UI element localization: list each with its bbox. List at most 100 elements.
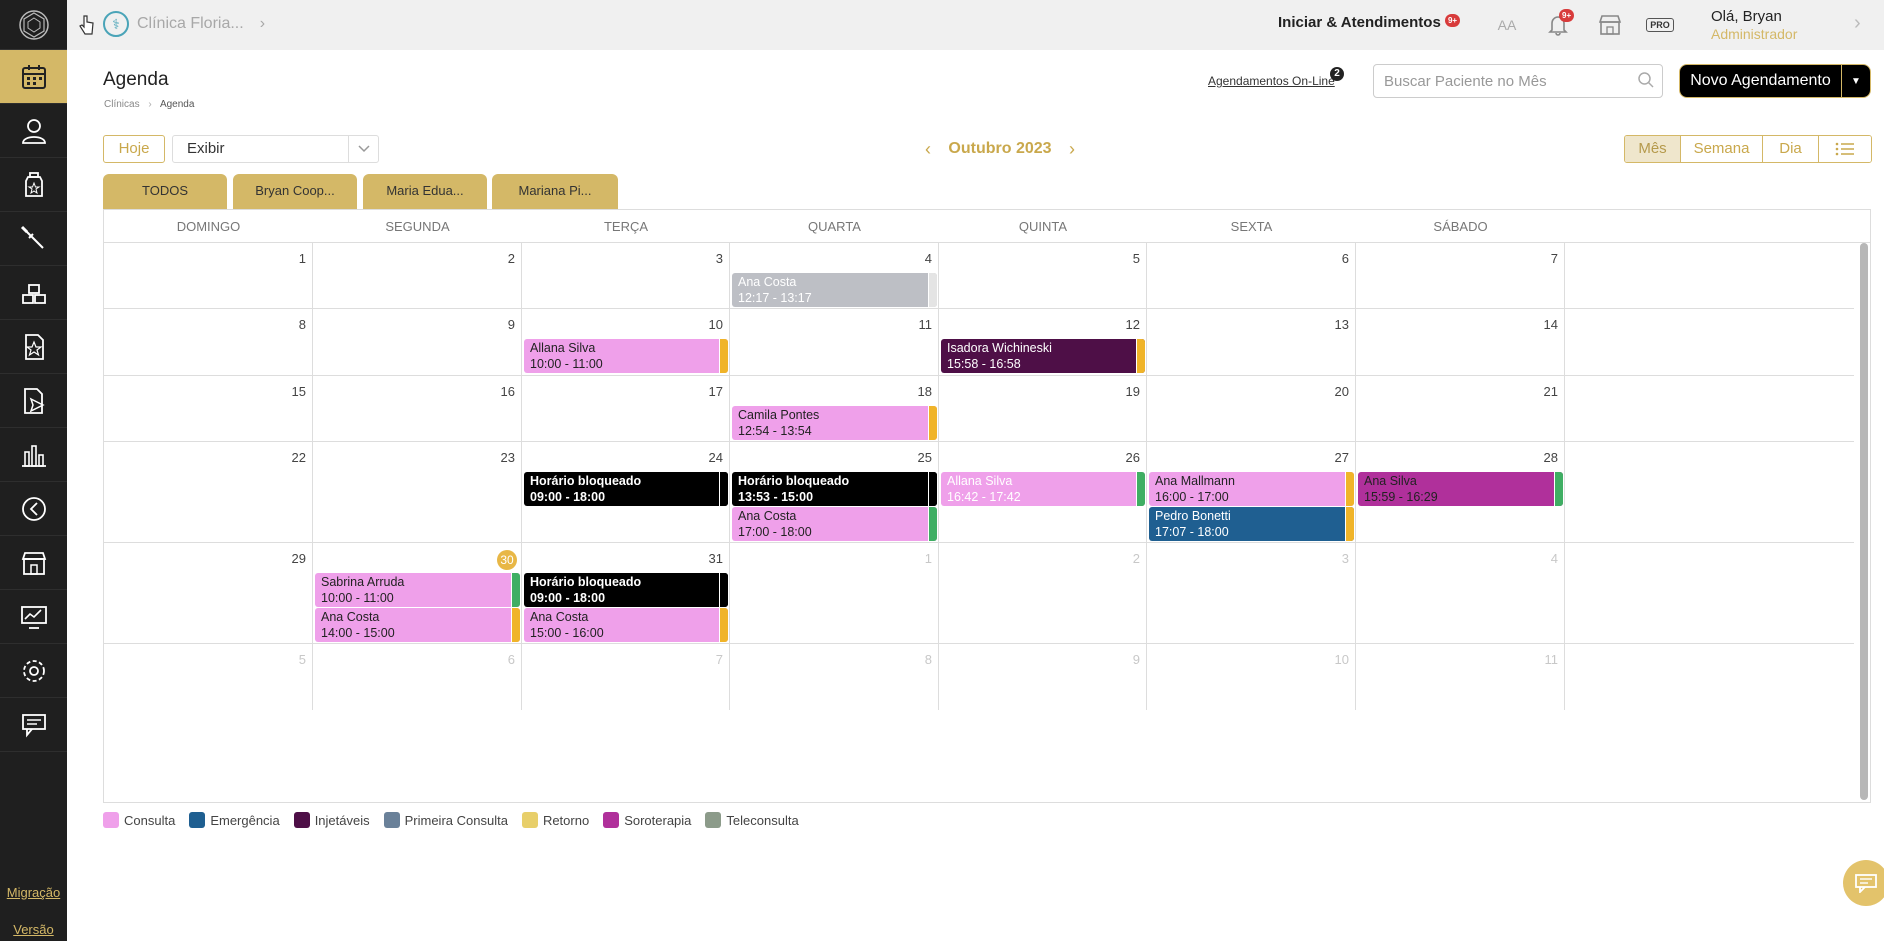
day-cell[interactable]: 7 — [1356, 243, 1565, 308]
day-cell[interactable]: 11 — [1356, 644, 1565, 710]
appointment-event[interactable]: Horário bloqueado 09:00 - 18:00 — [524, 573, 728, 607]
day-number[interactable]: 8 — [299, 317, 306, 332]
day-number[interactable]: 22 — [292, 450, 306, 465]
day-number[interactable]: 7 — [716, 652, 723, 667]
day-number[interactable]: 1 — [925, 551, 932, 566]
day-number[interactable]: 31 — [709, 551, 723, 566]
day-number[interactable]: 5 — [1133, 251, 1140, 266]
day-number[interactable]: 23 — [501, 450, 515, 465]
day-cell[interactable]: 3 — [522, 243, 730, 308]
appointment-event[interactable]: Horário bloqueado 09:00 - 18:00 — [524, 472, 728, 506]
pro-badge-button[interactable]: PRO — [1645, 12, 1675, 38]
day-cell[interactable]: 21 — [1356, 376, 1565, 441]
tab-bryan[interactable]: Bryan Coop... — [233, 174, 357, 210]
appointment-event[interactable]: Isadora Wichineski 15:58 - 16:58 — [941, 339, 1145, 373]
day-cell[interactable]: 11 — [730, 309, 939, 375]
day-number[interactable]: 5 — [299, 652, 306, 667]
sidebar-item-mensagens[interactable] — [0, 698, 67, 752]
iniciar-atendimentos-link[interactable]: Iniciar & Atendimentos 9+ — [1278, 14, 1461, 31]
appointment-event[interactable]: Pedro Bonetti 17:07 - 18:00 — [1149, 507, 1354, 541]
day-cell[interactable]: 23 — [313, 442, 522, 542]
day-number[interactable]: 8 — [925, 652, 932, 667]
caret-down-icon[interactable]: ▼ — [1842, 76, 1870, 87]
sidebar-item-avaliacoes[interactable] — [0, 320, 67, 374]
day-cell[interactable]: 9 — [313, 309, 522, 375]
day-number[interactable]: 11 — [1545, 652, 1559, 667]
day-number[interactable]: 7 — [1551, 251, 1558, 266]
day-number[interactable]: 3 — [1342, 551, 1349, 566]
migracao-link[interactable]: Migração — [0, 885, 67, 900]
day-cell[interactable]: 2 — [939, 543, 1147, 643]
day-number[interactable]: 10 — [1335, 652, 1349, 667]
user-greeting[interactable]: Olá, Bryan — [1711, 8, 1782, 25]
bell-button[interactable]: 9+ — [1545, 9, 1575, 38]
day-number[interactable]: 25 — [918, 450, 932, 465]
day-cell[interactable]: 5 — [104, 644, 313, 710]
day-cell[interactable]: 10 — [1147, 644, 1356, 710]
day-number[interactable]: 9 — [1133, 652, 1140, 667]
exibir-select[interactable]: Exibir — [172, 135, 379, 163]
today-day-number[interactable]: 30 — [497, 550, 517, 570]
day-cell[interactable]: 9 — [939, 644, 1147, 710]
sidebar-item-estoque[interactable] — [0, 266, 67, 320]
sidebar-item-historico[interactable] — [0, 482, 67, 536]
appointment-event[interactable]: Ana Costa 12:17 - 13:17 — [732, 273, 937, 307]
sidebar-item-documentos[interactable] — [0, 374, 67, 428]
sidebar-item-pacientes[interactable] — [0, 104, 67, 158]
day-cell[interactable]: 4 — [1356, 543, 1565, 643]
sidebar-item-produtos[interactable] — [0, 158, 67, 212]
chat-button[interactable] — [1843, 860, 1884, 906]
day-cell[interactable]: 6 — [1147, 243, 1356, 308]
day-number[interactable]: 28 — [1544, 450, 1558, 465]
sidebar-item-agenda[interactable] — [0, 50, 67, 104]
chevron-down-icon[interactable] — [348, 136, 378, 162]
today-button[interactable]: Hoje — [103, 135, 165, 163]
day-number[interactable]: 16 — [501, 384, 515, 399]
search-icon[interactable] — [1637, 71, 1655, 89]
day-number[interactable]: 1 — [299, 251, 306, 266]
sidebar-item-procedimentos[interactable] — [0, 212, 67, 266]
day-cell[interactable]: 8 — [730, 644, 939, 710]
appointment-event[interactable]: Ana Costa 15:00 - 16:00 — [524, 608, 728, 642]
day-number[interactable]: 2 — [1133, 551, 1140, 566]
sidebar-item-configuracoes[interactable] — [0, 644, 67, 698]
chevron-right-icon[interactable]: › — [1854, 12, 1861, 35]
day-cell[interactable]: 8 — [104, 309, 313, 375]
day-number[interactable]: 14 — [1544, 317, 1558, 332]
appointment-event[interactable]: Ana Silva 15:59 - 16:29 — [1358, 472, 1563, 506]
calendar-scrollbar[interactable] — [1860, 243, 1868, 800]
day-number[interactable]: 20 — [1335, 384, 1349, 399]
appointment-event[interactable]: Horário bloqueado 13:53 - 15:00 — [732, 472, 937, 506]
sidebar-item-relatorios[interactable] — [0, 428, 67, 482]
appointment-event[interactable]: Ana Costa 17:00 - 18:00 — [732, 507, 937, 541]
day-cell[interactable]: 2 — [313, 243, 522, 308]
day-number[interactable]: 18 — [918, 384, 932, 399]
font-size-icon[interactable]: AA — [1494, 12, 1520, 38]
appointment-event[interactable]: Camila Pontes 12:54 - 13:54 — [732, 406, 937, 440]
day-number[interactable]: 13 — [1335, 317, 1349, 332]
day-number[interactable]: 19 — [1126, 384, 1140, 399]
breadcrumb-clinicas[interactable]: Clínicas — [104, 99, 140, 110]
prev-month-icon[interactable]: ‹ — [925, 139, 931, 160]
day-number[interactable]: 3 — [716, 251, 723, 266]
day-number[interactable]: 29 — [292, 551, 306, 566]
versao-link[interactable]: Versão — [0, 922, 67, 937]
day-cell[interactable]: 19 — [939, 376, 1147, 441]
day-cell[interactable]: 5 — [939, 243, 1147, 308]
day-number[interactable]: 2 — [508, 251, 515, 266]
sidebar-item-dashboard[interactable] — [0, 590, 67, 644]
day-number[interactable]: 27 — [1335, 450, 1349, 465]
appointment-event[interactable]: Allana Silva 10:00 - 11:00 — [524, 339, 728, 373]
day-number[interactable]: 4 — [1551, 551, 1558, 566]
day-number[interactable]: 26 — [1126, 450, 1140, 465]
search-input[interactable] — [1373, 64, 1663, 98]
day-cell[interactable]: 20 — [1147, 376, 1356, 441]
day-cell[interactable]: 7 — [522, 644, 730, 710]
view-week-button[interactable]: Semana — [1681, 136, 1763, 162]
agendamentos-online-link[interactable]: Agendamentos On-Line — [1208, 74, 1335, 88]
appointment-event[interactable]: Allana Silva 16:42 - 17:42 — [941, 472, 1145, 506]
day-number[interactable]: 17 — [709, 384, 723, 399]
clinic-selector[interactable]: ⚕ Clínica Floria... › — [103, 11, 265, 37]
tab-todos[interactable]: TODOS — [103, 174, 227, 210]
day-cell[interactable]: 1 — [104, 243, 313, 308]
